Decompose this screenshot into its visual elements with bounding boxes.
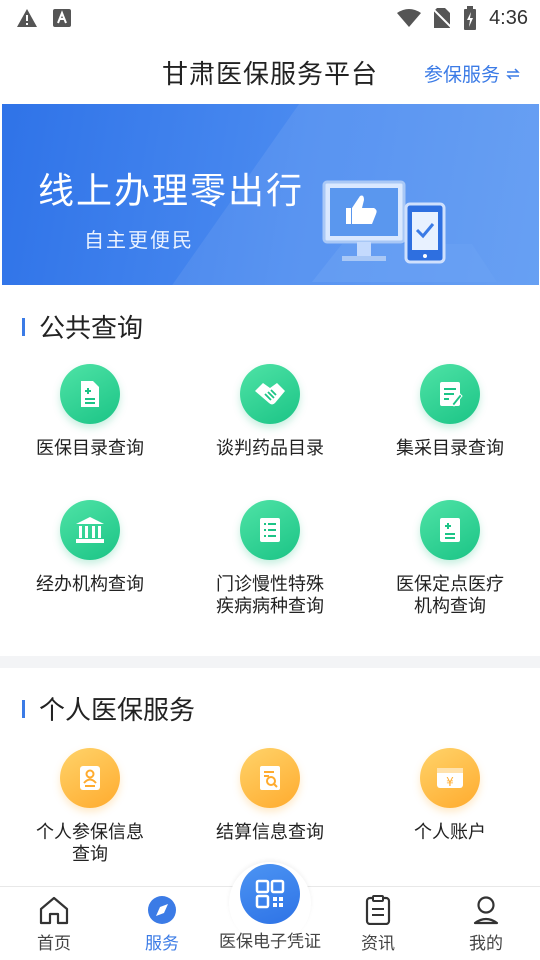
banner-subtitle: 自主更便民 (84, 228, 194, 252)
grid-item-designated-institution-query[interactable]: 医保定点医疗 机构查询 (360, 500, 540, 618)
edit-list-icon (420, 364, 480, 424)
grid-item-negotiated-drugs[interactable]: 谈判药品目录 (180, 364, 360, 460)
grid-item-label: 门诊慢性特殊 疾病病种查询 (180, 574, 360, 618)
list-doc-icon (240, 500, 300, 560)
computer-thumbs-up-illustration (312, 180, 497, 282)
grid-item-agency-query[interactable]: 经办机构查询 (0, 500, 180, 596)
battery-charging-icon (464, 6, 477, 30)
grid-item-label: 结算信息查询 (216, 822, 324, 843)
medical-doc-icon (420, 500, 480, 560)
section-title: 个人医保服务 (39, 696, 196, 726)
grid-item-personal-account[interactable]: ¥ 个人账户 (360, 748, 540, 844)
search-doc-icon (240, 748, 300, 808)
home-icon (39, 896, 69, 925)
label-line-2: 疾病病种查询 (216, 596, 324, 617)
nav-label-e-voucher[interactable]: 医保电子凭证 (200, 927, 340, 952)
swap-icon (506, 67, 520, 80)
grid-item-label: 个人参保信息 查询 (0, 822, 180, 866)
document-plus-icon (60, 364, 120, 424)
section-personal-service: 个人医保服务 (22, 690, 195, 727)
text-a-icon (53, 9, 71, 27)
grid-item-label: 经办机构查询 (36, 574, 144, 595)
institution-icon (60, 500, 120, 560)
status-bar: 4:36 (0, 0, 540, 36)
grid-item-label: 个人账户 (414, 822, 486, 843)
user-icon (473, 896, 499, 925)
nav-label: 首页 (37, 934, 71, 954)
banner-title: 线上办理零出行 (38, 171, 305, 212)
grid-item-personal-insurance-info[interactable]: 个人参保信息 查询 (0, 748, 180, 866)
nav-label: 资讯 (361, 934, 395, 954)
label-line-1: 个人参保信息 (36, 822, 144, 843)
handshake-icon (240, 364, 300, 424)
section-title: 公共查询 (39, 314, 144, 344)
grid-item-label: 集采目录查询 (396, 438, 504, 459)
nav-label: 服务 (145, 934, 179, 954)
medical-insurance-e-voucher-button[interactable] (240, 864, 300, 924)
label-line-2: 机构查询 (414, 596, 486, 617)
insurance-service-label: 参保服务 (423, 64, 500, 86)
grid-item-catalog-query[interactable]: 医保目录查询 (0, 364, 180, 460)
grid-item-chronic-disease-query[interactable]: 门诊慢性特殊 疾病病种查询 (180, 500, 360, 618)
wifi-icon (397, 9, 422, 27)
grid-item-label: 医保定点医疗 机构查询 (360, 574, 540, 618)
grid-item-settlement-query[interactable]: 结算信息查询 (180, 748, 360, 844)
label-line-2: 查询 (72, 844, 108, 865)
no-sim-icon (433, 8, 452, 28)
nav-item-news[interactable]: 资讯 (338, 895, 418, 954)
nav-item-home[interactable]: 首页 (14, 895, 94, 954)
warning-icon (17, 9, 37, 27)
section-divider (0, 656, 540, 668)
clock: 4:36 (489, 6, 528, 29)
insurance-service-button[interactable]: 参保服务 (424, 60, 520, 87)
app-header: 甘肃医保服务平台 参保服务 (0, 36, 540, 104)
grid-item-label: 医保目录查询 (36, 438, 144, 459)
person-card-icon (60, 748, 120, 808)
wallet-icon: ¥ (420, 748, 480, 808)
section-public-query: 公共查询 (22, 308, 143, 345)
compass-icon (148, 896, 176, 924)
qr-code-icon (255, 879, 285, 909)
nav-label: 我的 (469, 934, 503, 954)
svg-text:¥: ¥ (446, 775, 454, 789)
label-line-1: 医保定点医疗 (396, 574, 504, 595)
label-line-1: 门诊慢性特殊 (216, 574, 324, 595)
grid-item-label: 谈判药品目录 (216, 438, 324, 459)
nav-item-service[interactable]: 服务 (122, 895, 202, 954)
nav-item-mine[interactable]: 我的 (446, 895, 526, 954)
grid-item-procurement-query[interactable]: 集采目录查询 (360, 364, 540, 460)
clipboard-icon (365, 895, 391, 925)
promo-banner[interactable]: 线上办理零出行 自主更便民 (2, 104, 539, 285)
